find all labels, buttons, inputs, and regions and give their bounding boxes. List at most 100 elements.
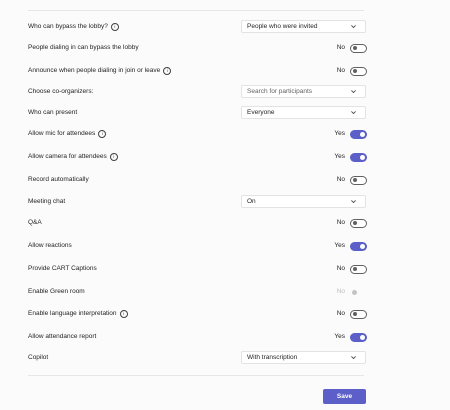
setting-label: Allow reactions	[28, 242, 72, 249]
cart-captions-toggle[interactable]	[350, 264, 367, 274]
language-interpretation-toggle-group[interactable]: No	[331, 307, 367, 321]
toggle-state-text: No	[336, 310, 345, 317]
setting-label: Enable Green room	[28, 288, 85, 295]
toggle-knob	[352, 178, 357, 182]
setting-label: Allow mic for attendees i	[28, 127, 107, 141]
chevron-down-icon	[351, 111, 356, 115]
toggle-knob	[352, 69, 357, 73]
toggle-state-text: No	[336, 67, 345, 74]
setting-row-cart-captions: Provide CART Captions No	[28, 262, 367, 276]
allow-reactions-toggle-group[interactable]: Yes	[331, 239, 367, 253]
dropdown-value: On	[247, 198, 256, 205]
setting-row-who-can-present: Who can present Everyone	[28, 106, 366, 120]
setting-row-language-interpretation: Enable language interpretation i No	[28, 307, 367, 321]
toggle-state-text: No	[336, 288, 345, 295]
save-button[interactable]: Save	[323, 389, 366, 404]
toggle-state-text: Yes	[334, 130, 345, 137]
search-placeholder: Search for participants	[247, 88, 313, 95]
info-circle-icon[interactable]: i	[110, 23, 119, 31]
setting-label: Allow camera for attendees i	[28, 150, 118, 164]
toggle-state-text: No	[336, 176, 345, 183]
toggle-state-text: Yes	[334, 153, 345, 160]
setting-row-dial-in-bypass: People dialing in can bypass the lobby N…	[28, 41, 367, 55]
setting-label: People dialing in can bypass the lobby	[28, 44, 139, 51]
setting-label: Announce when people dialing in join or …	[28, 64, 172, 78]
setting-label: Provide CART Captions	[28, 265, 97, 272]
setting-row-attendance-report: Allow attendance report Yes	[28, 330, 367, 344]
attendance-report-toggle[interactable]	[350, 332, 367, 342]
setting-label: Who can bypass the lobby? i	[28, 20, 119, 34]
bottom-divider	[28, 375, 364, 376]
setting-row-qna: Q&A No	[28, 216, 367, 230]
allow-mic-toggle-group[interactable]: Yes	[331, 127, 367, 141]
info-circle-icon[interactable]: i	[109, 153, 118, 161]
setting-row-meeting-chat: Meeting chat On	[28, 195, 366, 209]
setting-row-copilot: Copilot With transcription	[28, 351, 366, 365]
toggle-state-text: No	[336, 265, 345, 272]
toggle-knob	[352, 312, 357, 316]
setting-row-record-automatically: Record automatically No	[28, 173, 367, 187]
record-automatically-toggle-group[interactable]: No	[331, 173, 367, 187]
toggle-state-text: Yes	[334, 333, 345, 340]
info-circle-icon[interactable]: i	[119, 310, 128, 318]
attendance-report-toggle-group[interactable]: Yes	[331, 330, 367, 344]
chevron-down-icon	[351, 356, 356, 360]
setting-label: Record automatically	[28, 176, 89, 183]
toggle-knob	[360, 334, 365, 340]
top-divider	[28, 10, 364, 11]
chevron-down-icon	[351, 90, 356, 94]
who-can-present-dropdown[interactable]: Everyone	[241, 106, 366, 119]
toggle-knob	[351, 289, 357, 295]
info-circle-icon[interactable]: i	[163, 67, 172, 75]
record-automatically-toggle[interactable]	[350, 175, 367, 185]
green-room-toggle	[350, 288, 367, 297]
dial-in-bypass-toggle-group[interactable]: No	[331, 41, 367, 55]
co-organizers-search[interactable]: Search for participants	[241, 85, 366, 98]
setting-row-allow-mic: Allow mic for attendees i Yes	[28, 127, 367, 141]
toggle-state-text: Yes	[334, 242, 345, 249]
allow-camera-toggle[interactable]	[350, 152, 367, 162]
setting-label: Enable language interpretation i	[28, 307, 128, 321]
toggle-state-text: No	[336, 219, 345, 226]
setting-row-green-room: Enable Green room No	[28, 285, 364, 299]
allow-camera-toggle-group[interactable]: Yes	[331, 150, 367, 164]
dropdown-value: Everyone	[247, 109, 275, 116]
toggle-knob	[352, 267, 357, 271]
setting-row-allow-reactions: Allow reactions Yes	[28, 239, 367, 253]
dropdown-value: People who were invited	[247, 23, 318, 30]
toggle-knob	[360, 243, 365, 249]
allow-mic-toggle[interactable]	[350, 129, 367, 139]
chevron-down-icon	[351, 25, 356, 29]
chevron-down-icon	[351, 200, 356, 204]
green-room-toggle-group: No	[331, 285, 367, 299]
setting-row-allow-camera: Allow camera for attendees i Yes	[28, 150, 367, 164]
setting-row-announce-dial-in: Announce when people dialing in join or …	[28, 64, 367, 78]
setting-label: Allow attendance report	[28, 333, 97, 340]
setting-label: Who can present	[28, 109, 78, 116]
announce-dial-in-toggle-group[interactable]: No	[331, 64, 367, 78]
copilot-dropdown[interactable]: With transcription	[241, 351, 366, 364]
language-interpretation-toggle[interactable]	[350, 309, 367, 319]
toggle-knob	[360, 131, 365, 137]
qna-toggle[interactable]	[350, 218, 367, 228]
page-header-cutoff	[0, 0, 450, 10]
dial-in-bypass-toggle[interactable]	[350, 43, 367, 53]
setting-label: Choose co-organizers:	[28, 88, 94, 95]
setting-label: Copilot	[28, 354, 49, 361]
dropdown-value: With transcription	[247, 354, 298, 361]
toggle-knob	[352, 46, 357, 50]
cart-captions-toggle-group[interactable]: No	[331, 262, 367, 276]
toggle-knob	[360, 154, 365, 160]
toggle-state-text: No	[336, 44, 345, 51]
setting-label: Q&A	[28, 219, 42, 226]
bypass-lobby-dropdown[interactable]: People who were invited	[241, 20, 366, 33]
setting-row-co-organizers: Choose co-organizers: Search for partici…	[28, 85, 366, 99]
meeting-chat-dropdown[interactable]: On	[241, 195, 366, 208]
setting-row-bypass-lobby: Who can bypass the lobby? i People who we…	[28, 20, 366, 34]
announce-dial-in-toggle[interactable]	[350, 66, 367, 76]
toggle-knob	[352, 221, 357, 225]
allow-reactions-toggle[interactable]	[350, 241, 367, 251]
setting-label: Meeting chat	[28, 198, 66, 205]
info-circle-icon[interactable]: i	[98, 130, 107, 138]
qna-toggle-group[interactable]: No	[331, 216, 367, 230]
